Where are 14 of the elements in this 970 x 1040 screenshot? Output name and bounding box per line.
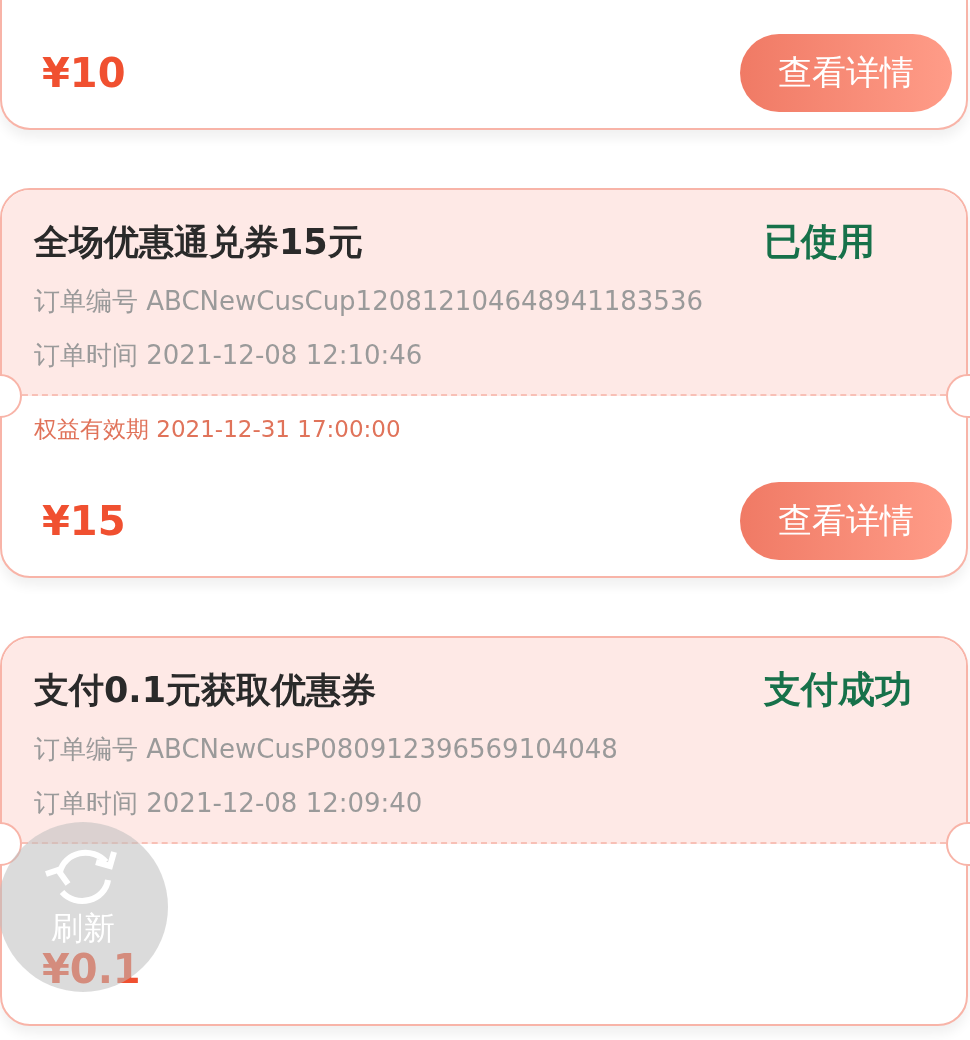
- order-time: 订单时间 2021-12-08 12:10:46: [34, 339, 424, 372]
- order-number: 订单编号 ABCNewCusP080912396569104048: [34, 733, 619, 766]
- order-time: 订单时间 2021-12-08 12:09:40: [34, 787, 424, 820]
- price: ¥15: [41, 498, 126, 544]
- price: ¥0.1: [41, 946, 141, 992]
- view-details-button[interactable]: 查看详情: [740, 34, 952, 112]
- order-number: 订单编号 ABCNewCusCup120812104648941183536: [34, 285, 704, 318]
- validity-text: 权益有效期 2021-12-31 17:00:00: [34, 415, 402, 444]
- order-title: 支付0.1元获取优惠券: [34, 668, 377, 712]
- order-title: 全场优惠通兑券15元: [34, 220, 364, 264]
- order-status: 支付成功: [764, 667, 913, 713]
- view-details-button[interactable]: 查看详情: [740, 482, 952, 560]
- order-status: 已使用: [764, 219, 876, 265]
- price: ¥10: [41, 50, 126, 96]
